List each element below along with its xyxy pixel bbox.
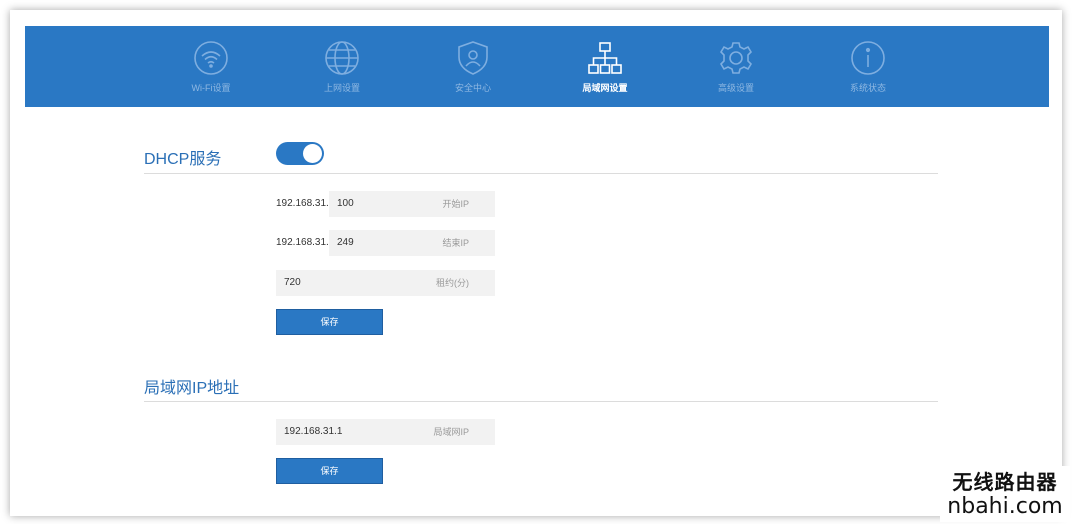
nav-label-status: 系统状态 (849, 83, 886, 93)
start-ip-prefix: 192.168.31. (276, 198, 329, 209)
start-ip-value: 100 (337, 198, 354, 209)
lan-ip-placeholder: 局域网IP (433, 427, 469, 437)
nav-item-security[interactable]: 安全中心 (413, 26, 533, 107)
nav-item-internet[interactable]: 上网设置 (282, 26, 402, 107)
lan-save-button[interactable]: 保存 (276, 458, 383, 484)
nav-item-advanced[interactable]: 高级设置 (676, 26, 796, 107)
start-ip-placeholder: 开始IP (442, 199, 469, 209)
dhcp-divider (144, 173, 938, 174)
wifi-icon (193, 40, 229, 76)
globe-icon (324, 40, 360, 76)
start-ip-input[interactable]: 100 开始IP (329, 191, 495, 217)
dhcp-section-title: DHCP服务 (144, 151, 222, 168)
lan-divider (144, 401, 938, 402)
shield-user-icon (455, 40, 491, 76)
end-ip-input[interactable]: 249 结束IP (329, 230, 495, 256)
watermark: 无线路由器 nbahi.com (940, 466, 1070, 522)
watermark-title: 无线路由器 (952, 470, 1058, 494)
lease-input[interactable]: 720 租约(分) (276, 270, 495, 296)
nav-label-lan: 局域网设置 (582, 83, 628, 93)
top-nav: Wi-Fi设置 上网设置 安全中心 局域网设置 高级设置 系统状态 (25, 26, 1049, 107)
lan-ip-input[interactable]: 192.168.31.1 局域网IP (276, 419, 495, 445)
lease-placeholder: 租约(分) (436, 278, 469, 288)
nav-label-security: 安全中心 (454, 83, 491, 93)
gear-icon (718, 40, 754, 76)
lease-value: 720 (284, 277, 301, 288)
end-ip-prefix: 192.168.31. (276, 237, 329, 248)
lan-section-title: 局域网IP地址 (144, 380, 240, 397)
network-icon (587, 40, 623, 76)
dhcp-save-button[interactable]: 保存 (276, 309, 383, 335)
end-ip-value: 249 (337, 237, 354, 248)
nav-item-status[interactable]: 系统状态 (808, 26, 928, 107)
toggle-knob (303, 144, 322, 163)
nav-item-wifi[interactable]: Wi-Fi设置 (151, 26, 271, 107)
lan-ip-value: 192.168.31.1 (284, 426, 343, 437)
nav-label-internet: 上网设置 (323, 83, 360, 93)
dhcp-toggle[interactable] (276, 142, 324, 165)
nav-item-lan[interactable]: 局域网设置 (545, 26, 665, 107)
nav-label-advanced: 高级设置 (717, 83, 754, 93)
nav-label-wifi: Wi-Fi设置 (191, 83, 231, 93)
end-ip-placeholder: 结束IP (442, 238, 469, 248)
watermark-url: nbahi.com (947, 494, 1063, 519)
info-icon (850, 40, 886, 76)
